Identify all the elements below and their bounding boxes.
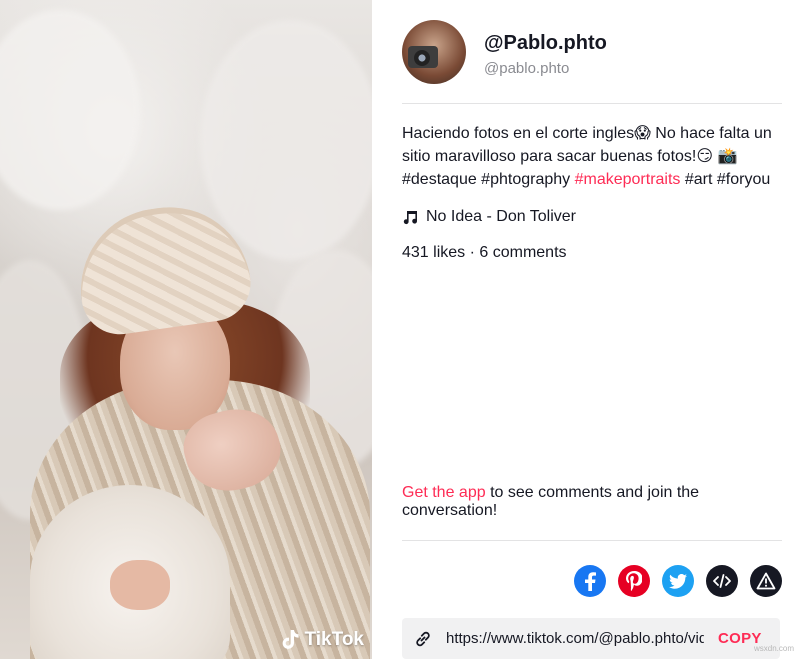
report-button[interactable] — [750, 565, 782, 597]
link-icon — [416, 631, 430, 646]
engagement-stats: 431 likes · 6 comments — [402, 244, 567, 261]
hashtags-more[interactable]: #art #foryou — [680, 171, 770, 188]
snowy-tree — [0, 10, 140, 210]
details-panel: @Pablo.phto @pablo.phto Haciendo fotos e… — [372, 0, 800, 659]
get-app-link[interactable]: Get the app — [402, 484, 486, 501]
hashtags[interactable]: #destaque #phtography — [402, 171, 575, 188]
facebook-share-button[interactable] — [574, 565, 606, 597]
avatar[interactable] — [402, 20, 466, 84]
music-title: No Idea - Don Toliver — [426, 208, 576, 225]
tiktok-logo-icon — [282, 630, 299, 649]
author-display-name[interactable]: @Pablo.phto — [484, 32, 607, 55]
get-app-prompt: Get the app to see comments and join the… — [402, 484, 742, 520]
hashtag-highlight[interactable]: #makeportraits — [575, 171, 681, 188]
post-caption: Haciendo fotos en el corte ingles😱 No ha… — [402, 122, 782, 191]
facebook-icon — [585, 572, 596, 591]
twitter-icon — [669, 573, 687, 589]
lens-icon — [414, 50, 430, 66]
report-icon — [756, 572, 776, 590]
snowy-tree — [200, 20, 372, 260]
tiktok-watermark: TikTok — [281, 629, 364, 651]
share-url[interactable]: https://www.tiktok.com/@pablo.phto/vid — [446, 630, 704, 647]
author-handle[interactable]: @pablo.phto — [484, 60, 569, 77]
share-buttons — [574, 565, 782, 597]
site-watermark: wsxdn.com — [753, 644, 794, 653]
video-player[interactable]: TikTok — [0, 0, 372, 659]
caption-text: Haciendo fotos en el corte ingles😱 No ha… — [402, 125, 772, 165]
tiktok-wordmark: TikTok — [304, 629, 364, 650]
music-note-icon — [403, 211, 417, 225]
divider — [402, 540, 782, 541]
pinterest-share-button[interactable] — [618, 565, 650, 597]
santa-face — [110, 560, 170, 610]
pinterest-icon — [626, 571, 642, 591]
divider — [402, 103, 782, 104]
copy-link-bar: https://www.tiktok.com/@pablo.phto/vid C… — [402, 618, 780, 659]
twitter-share-button[interactable] — [662, 565, 694, 597]
embed-button[interactable] — [706, 565, 738, 597]
embed-icon — [713, 574, 731, 588]
music-track[interactable]: No Idea - Don Toliver — [402, 208, 576, 226]
